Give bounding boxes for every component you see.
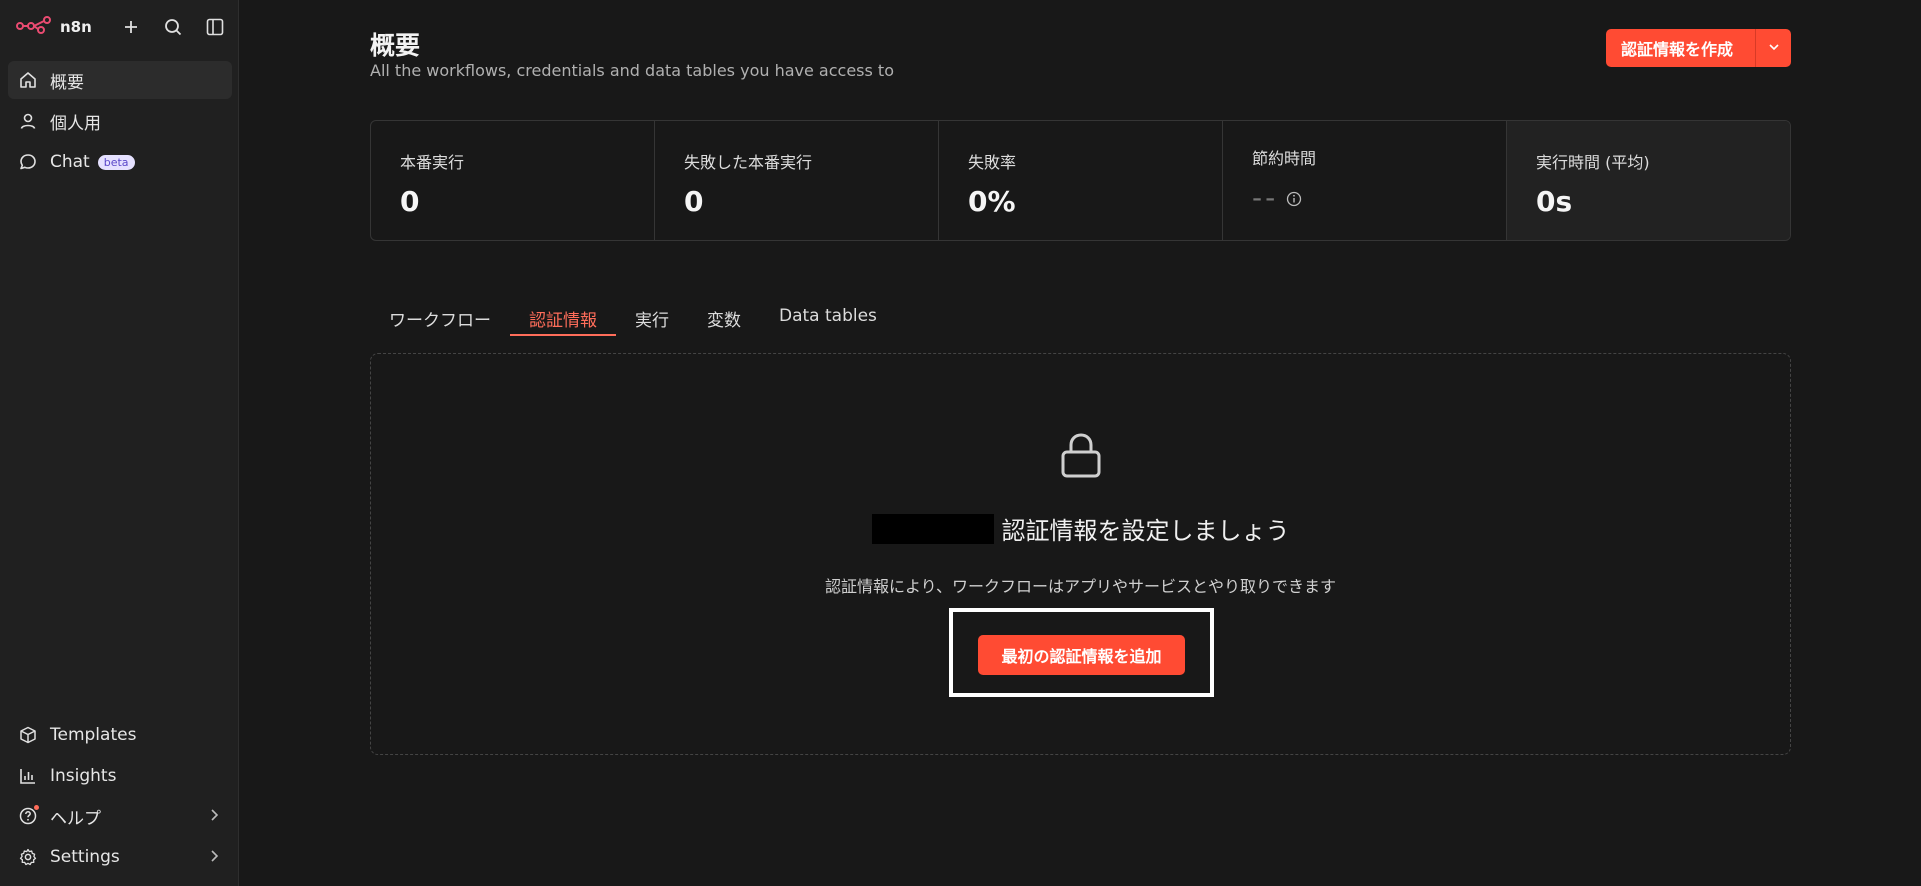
page-title: 概要 [370, 31, 421, 60]
sidebar-item-settings[interactable]: Settings [8, 838, 232, 876]
chevron-down-icon [1767, 39, 1781, 58]
user-icon [18, 111, 38, 131]
sidebar: n8n 概要 個人用 Chat beta Templates Insights … [0, 0, 239, 886]
stat-label: 本番実行 [400, 153, 465, 172]
tab-credentials[interactable]: 認証情報 [510, 300, 616, 336]
stat-time-saved[interactable]: 節約時間 -- [1223, 121, 1507, 240]
tab-executions[interactable]: 実行 [616, 300, 688, 336]
beta-badge: beta [97, 154, 135, 170]
stat-value: 0 [684, 185, 704, 218]
notification-dot [34, 805, 39, 810]
panel-toggle-icon[interactable] [204, 16, 226, 38]
empty-state-description: 認証情報により、ワークフローはアプリやサービスとやり取りできます [824, 577, 1337, 596]
chevron-right-icon [208, 848, 222, 869]
templates-icon [18, 725, 38, 745]
stat-value: 0 [400, 185, 420, 218]
sidebar-item-label: 個人用 [50, 113, 101, 134]
create-credential-button[interactable]: 認証情報を作成 [1606, 29, 1755, 67]
stat-label: 失敗した本番実行 [684, 153, 813, 172]
search-icon[interactable] [162, 16, 184, 38]
sidebar-item-label: Chat [50, 152, 90, 172]
stat-value: -- [1252, 181, 1279, 214]
stat-label: 失敗率 [968, 153, 1017, 172]
help-icon [18, 805, 39, 826]
sidebar-item-label: Settings [50, 847, 120, 867]
tabs: ワークフロー 認証情報 実行 変数 Data tables [370, 300, 896, 338]
add-icon[interactable] [120, 16, 142, 38]
sidebar-item-templates[interactable]: Templates [8, 716, 232, 754]
sidebar-item-insights[interactable]: Insights [8, 757, 232, 795]
app-name: n8n [60, 18, 92, 36]
sidebar-item-label: ヘルプ [50, 808, 101, 829]
stat-value: 0s [1536, 185, 1573, 218]
create-dropdown-button[interactable] [1755, 29, 1791, 67]
sidebar-item-personal[interactable]: 個人用 [8, 102, 232, 140]
redacted-name [871, 514, 994, 544]
empty-state: 認証情報を設定しましょう 認証情報により、ワークフローはアプリやサービスとやり取… [370, 353, 1791, 755]
stat-production-executions[interactable]: 本番実行 0 [371, 121, 655, 240]
stat-label: 実行時間 (平均) [1536, 153, 1650, 172]
stat-label: 節約時間 [1252, 149, 1317, 168]
sidebar-item-help[interactable]: ヘルプ [8, 797, 232, 835]
empty-state-heading-wrapper: 認証情報を設定しましょう [371, 511, 1790, 547]
sidebar-item-label: Insights [50, 766, 117, 786]
sidebar-item-chat[interactable]: Chat beta [8, 143, 232, 181]
chevron-right-icon [208, 807, 222, 828]
stat-failed-executions[interactable]: 失敗した本番実行 0 [655, 121, 939, 240]
stats-panel: 本番実行 0 失敗した本番実行 0 失敗率 0% 節約時間 -- 実行時間 (平… [370, 120, 1791, 241]
insights-icon [18, 766, 38, 786]
empty-state-heading: 認証情報を設定しましょう [1001, 517, 1290, 545]
tab-variables[interactable]: 変数 [688, 300, 760, 336]
stat-failure-rate[interactable]: 失敗率 0% [939, 121, 1223, 240]
stat-avg-runtime[interactable]: 実行時間 (平均) 0s [1507, 121, 1790, 240]
tab-data-tables[interactable]: Data tables [760, 300, 896, 336]
chat-icon [18, 152, 38, 172]
home-icon [18, 70, 38, 90]
logo[interactable]: n8n [16, 15, 92, 39]
gear-icon [18, 847, 38, 867]
page-subtitle: All the workflows, credentials and data … [370, 61, 894, 80]
sidebar-item-overview[interactable]: 概要 [8, 61, 232, 99]
create-credential-button-group: 認証情報を作成 [1606, 29, 1791, 67]
info-icon[interactable] [1286, 181, 1302, 214]
sidebar-item-label: 概要 [50, 72, 84, 93]
sidebar-header: n8n [16, 14, 226, 40]
lock-icon [1059, 432, 1103, 484]
tab-workflows[interactable]: ワークフロー [370, 300, 510, 336]
stat-value-wrapper: -- [1252, 181, 1506, 214]
add-first-credential-button[interactable]: 最初の認証情報を追加 [978, 635, 1185, 675]
sidebar-item-label: Templates [50, 725, 137, 745]
n8n-logo-icon [16, 15, 52, 39]
stat-value: 0% [968, 185, 1016, 218]
